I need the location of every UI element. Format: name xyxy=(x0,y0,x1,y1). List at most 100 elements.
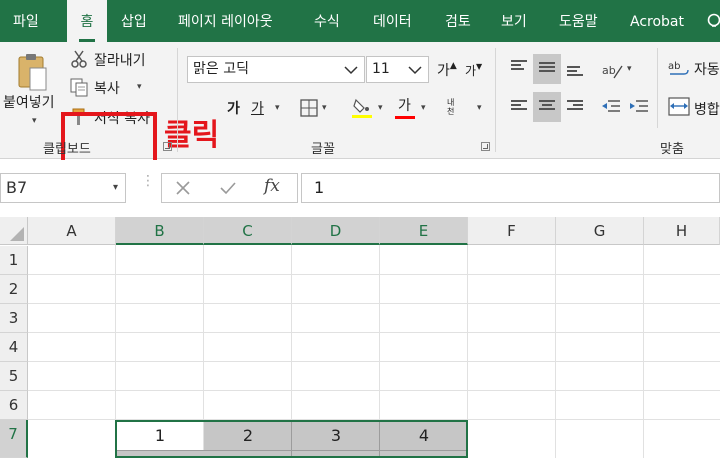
paste-icon[interactable] xyxy=(16,52,50,94)
font-size-select[interactable]: 11 xyxy=(366,56,429,83)
bold-button[interactable]: 가 xyxy=(227,98,240,118)
top-align-icon[interactable] xyxy=(511,60,527,74)
font-color-button[interactable]: 가 xyxy=(398,95,411,115)
phonetic-dropdown-icon[interactable]: ▾ xyxy=(477,103,482,113)
clipboard-group-label: 클립보드 xyxy=(43,142,91,157)
cancel-entry-icon[interactable] xyxy=(176,181,190,195)
gridline xyxy=(28,303,720,304)
decrease-font-size-button[interactable]: 가▼ xyxy=(465,62,482,79)
fill-color-icon[interactable] xyxy=(352,96,372,118)
ribbon-tab-bar: 파일 홈 삽입 페이지 레이아웃 수식 데이터 검토 보기 도움말 Acroba… xyxy=(0,0,720,42)
gridline xyxy=(28,361,720,362)
up-arrow-icon: ▲ xyxy=(449,61,457,71)
formula-input-value: 1 xyxy=(314,178,325,197)
formula-bar: B7 ▾ ⋮ fx 1 xyxy=(0,160,720,217)
chevron-down-icon xyxy=(408,66,422,75)
scissors-icon xyxy=(71,50,87,68)
ribbon-separator xyxy=(657,48,658,128)
orientation-icon[interactable]: ab xyxy=(602,60,624,80)
increase-indent-icon[interactable] xyxy=(630,99,650,115)
font-family-value: 맑은 고딕 xyxy=(193,61,249,77)
column-header-b[interactable]: B xyxy=(116,217,204,245)
tab-file[interactable]: 파일 xyxy=(13,0,39,42)
gridline xyxy=(643,245,644,458)
decrease-indent-icon[interactable] xyxy=(602,99,622,115)
name-box-dropdown-icon[interactable]: ▾ xyxy=(113,174,118,202)
bottom-align-icon[interactable] xyxy=(567,66,583,80)
ribbon-separator xyxy=(177,48,178,152)
column-header-c[interactable]: C xyxy=(204,217,292,245)
cut-button[interactable]: 잘라내기 xyxy=(94,50,146,70)
left-align-icon[interactable] xyxy=(511,100,527,114)
wrap-text-icon[interactable]: ab xyxy=(668,57,690,79)
svg-text:ab: ab xyxy=(602,64,616,77)
wrap-text-button[interactable]: 자동 xyxy=(694,59,720,79)
click-annotation: 클릭 xyxy=(164,118,220,153)
insert-function-button[interactable]: fx xyxy=(264,176,280,196)
right-align-icon[interactable] xyxy=(567,100,583,114)
ribbon-separator xyxy=(495,48,496,152)
merge-center-button[interactable]: 병합 xyxy=(694,99,720,119)
underline-button[interactable]: 가 xyxy=(251,98,264,118)
paste-dropdown-icon[interactable]: ▾ xyxy=(32,116,37,126)
alignment-group-label: 맞춤 xyxy=(660,142,684,157)
column-header-d[interactable]: D xyxy=(292,217,380,245)
column-header-a[interactable]: A xyxy=(28,217,116,245)
column-header-h[interactable]: H xyxy=(644,217,720,245)
confirm-entry-icon[interactable] xyxy=(220,181,236,195)
row-header-2[interactable]: 2 xyxy=(0,275,28,304)
lightbulb-icon[interactable] xyxy=(706,13,720,29)
fill-color-dropdown-icon[interactable]: ▾ xyxy=(378,103,383,113)
ribbon: 붙여넣기 ▾ 잘라내기 복사 ▾ 서식 복사 클릭 클립보드 맑은 고딕 11 … xyxy=(0,42,720,165)
row-header-4[interactable]: 4 xyxy=(0,333,28,362)
row-header-3[interactable]: 3 xyxy=(0,304,28,333)
merge-center-icon[interactable] xyxy=(668,97,690,117)
column-header-e[interactable]: E xyxy=(380,217,468,245)
row-header-7[interactable]: 7 xyxy=(0,420,28,458)
column-header-f[interactable]: F xyxy=(468,217,556,245)
copy-button[interactable]: 복사 xyxy=(94,78,120,98)
underline-dropdown-icon[interactable]: ▾ xyxy=(275,103,280,113)
clipboard-dialog-launcher-icon[interactable] xyxy=(163,142,172,151)
increase-font-glyph: 가 xyxy=(437,63,450,79)
formula-buttons: fx xyxy=(161,173,298,203)
gridline xyxy=(28,332,720,333)
worksheet-grid[interactable]: A B C D E F G H 1 2 3 4 5 6 7 1 2 3 4 xyxy=(0,217,720,458)
increase-font-size-button[interactable]: 가▲ xyxy=(437,60,457,80)
row-header-5[interactable]: 5 xyxy=(0,362,28,391)
orientation-dropdown-icon[interactable]: ▾ xyxy=(627,64,632,74)
borders-icon[interactable] xyxy=(300,99,318,117)
middle-align-icon[interactable] xyxy=(539,62,555,76)
column-header-g[interactable]: G xyxy=(556,217,644,245)
font-color-dropdown-icon[interactable]: ▾ xyxy=(421,103,426,113)
borders-dropdown-icon[interactable]: ▾ xyxy=(322,103,327,113)
row-header-6[interactable]: 6 xyxy=(0,391,28,420)
name-box[interactable]: B7 ▾ xyxy=(0,173,126,203)
select-all-button[interactable] xyxy=(0,217,28,245)
font-dialog-launcher-icon[interactable] xyxy=(481,142,490,151)
row-header-1[interactable]: 1 xyxy=(0,246,28,275)
copy-dropdown-icon[interactable]: ▾ xyxy=(137,82,142,92)
tab-help[interactable]: 도움말 xyxy=(559,0,598,42)
tab-acrobat[interactable]: Acrobat xyxy=(630,0,684,42)
font-color-glyph: 가 xyxy=(398,98,411,114)
name-box-value: B7 xyxy=(6,178,28,197)
formula-input[interactable]: 1 xyxy=(301,173,720,203)
gridline xyxy=(28,274,720,275)
tab-insert[interactable]: 삽입 xyxy=(121,0,147,42)
tab-page-layout[interactable]: 페이지 레이아웃 xyxy=(178,0,273,42)
tab-view[interactable]: 보기 xyxy=(501,0,527,42)
font-size-value: 11 xyxy=(372,61,390,77)
tab-formulas[interactable]: 수식 xyxy=(314,0,340,42)
chevron-down-icon xyxy=(344,66,358,75)
center-align-icon[interactable] xyxy=(539,100,555,114)
tab-data[interactable]: 데이터 xyxy=(373,0,412,42)
font-family-select[interactable]: 맑은 고딕 xyxy=(187,56,365,83)
down-arrow-icon: ▼ xyxy=(476,62,483,71)
tab-home[interactable]: 홈 xyxy=(67,0,107,42)
svg-text:ab: ab xyxy=(668,61,680,72)
phonetic-button[interactable]: 내천 xyxy=(447,98,461,116)
drag-handle-icon[interactable]: ⋮ xyxy=(141,174,155,188)
tab-review[interactable]: 검토 xyxy=(445,0,471,42)
paste-button[interactable]: 붙여넣기 xyxy=(3,92,55,112)
